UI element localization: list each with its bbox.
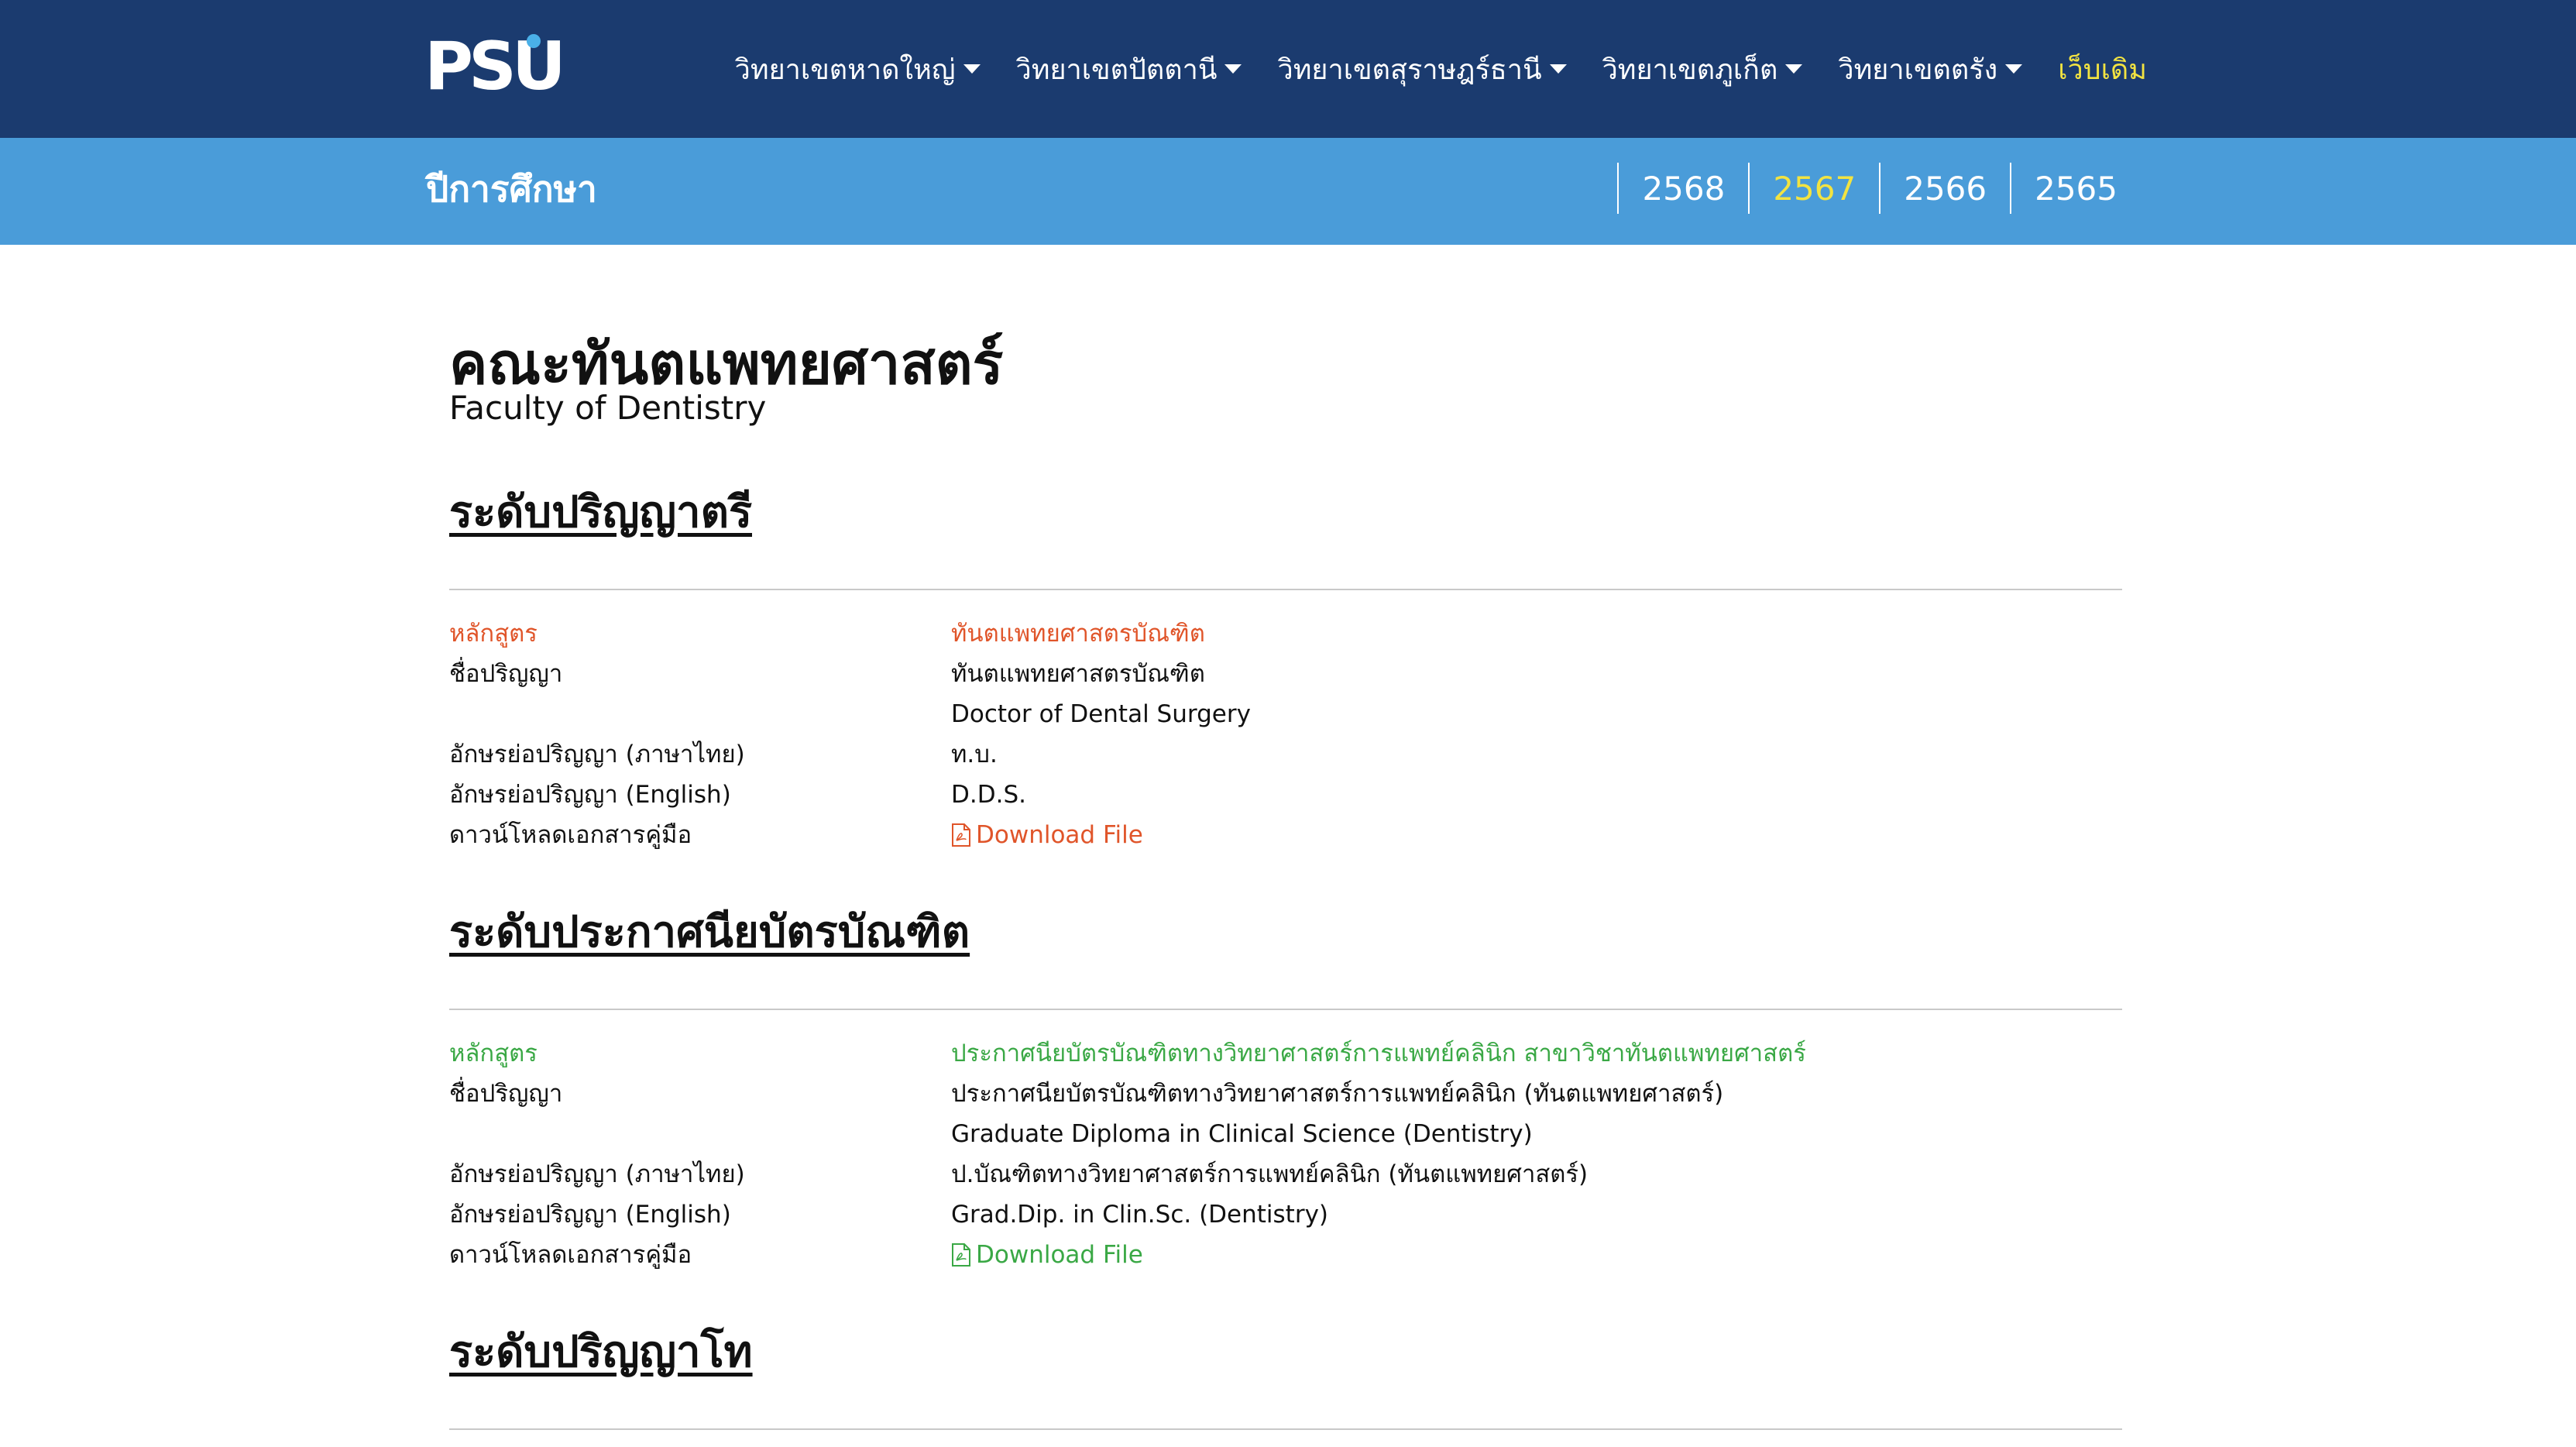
year-2565[interactable]: 2565 bbox=[2010, 163, 2141, 214]
degree-name-en-row: Doctor of Dental Surgery bbox=[449, 694, 2122, 734]
divider bbox=[449, 1428, 2122, 1430]
program-title: ทันตแพทยศาสตรบัณฑิต bbox=[951, 620, 1205, 648]
program-label: หลักสูตร bbox=[449, 1040, 538, 1067]
abbr-en-label: อักษรย่อปริญญา (English) bbox=[449, 781, 731, 809]
pdf-file-icon bbox=[952, 823, 970, 847]
caret-down-icon bbox=[1785, 64, 1803, 74]
year-selector: 2568 2567 2566 2565 bbox=[1617, 163, 2141, 214]
divider bbox=[449, 1009, 2122, 1010]
nav-campus-hatyai[interactable]: วิทยาเขตหาดใหญ่ bbox=[735, 47, 981, 91]
degree-name-label: ชื่อปริญญา bbox=[449, 1080, 563, 1108]
level-heading-master: ระดับปริญญาโท bbox=[449, 1327, 753, 1377]
nav-campus-suratthani[interactable]: วิทยาเขตสุราษฎร์ธานี bbox=[1277, 47, 1567, 91]
download-link-label: Download File bbox=[976, 821, 1143, 849]
download-row: ดาวน์โหลดเอกสารคู่มือ Download File bbox=[449, 815, 2122, 855]
nav-item-label: วิทยาเขตปัตตานี bbox=[1015, 53, 1218, 86]
nav-campus-phuket[interactable]: วิทยาเขตภูเก็ต bbox=[1602, 47, 1803, 91]
degree-name-row: ชื่อปริญญา ทันตแพทยศาสตรบัณฑิต bbox=[449, 654, 2122, 694]
degree-name-label: ชื่อปริญญา bbox=[449, 660, 563, 688]
caret-down-icon bbox=[2005, 64, 2023, 74]
nav-item-label: วิทยาเขตภูเก็ต bbox=[1602, 53, 1778, 86]
nav-item-label: วิทยาเขตสุราษฎร์ธานี bbox=[1277, 53, 1542, 86]
abbr-en-value: Grad.Dip. in Clin.Sc. (Dentistry) bbox=[951, 1201, 1329, 1229]
abbr-th-label: อักษรย่อปริญญา (ภาษาไทย) bbox=[449, 1160, 745, 1188]
academic-year-title: ปีการศึกษา bbox=[426, 168, 597, 210]
abbr-th-value: ท.บ. bbox=[951, 741, 998, 768]
logo-dot-icon bbox=[527, 34, 541, 48]
download-link-label: Download File bbox=[976, 1241, 1143, 1269]
caret-down-icon bbox=[963, 64, 981, 74]
abbr-en-value: D.D.S. bbox=[951, 781, 1026, 809]
degree-name-th: ทันตแพทยศาสตรบัณฑิต bbox=[951, 660, 1205, 688]
abbr-th-row: อักษรย่อปริญญา (ภาษาไทย) ป.บัณฑิตทางวิทย… bbox=[449, 1154, 2122, 1194]
nav-legacy-site-link[interactable]: เว็บเดิม bbox=[2058, 47, 2147, 91]
year-2567-active[interactable]: 2567 bbox=[1748, 163, 1879, 214]
download-file-link[interactable]: Download File bbox=[951, 815, 1143, 855]
program-row: หลักสูตร ประกาศนียบัตรบัณฑิตทางวิทยาศาสต… bbox=[449, 1033, 2122, 1074]
program-row: หลักสูตร ทันตแพทยศาสตรบัณฑิต bbox=[449, 614, 2122, 654]
faculty-name-en: Faculty of Dentistry bbox=[449, 389, 767, 427]
academic-year-bar: ปีการศึกษา 2568 2567 2566 2565 bbox=[0, 138, 2576, 245]
divider bbox=[449, 589, 2122, 590]
level-heading-bachelor: ระดับปริญญาตรี bbox=[449, 487, 753, 538]
degree-name-th: ประกาศนียบัตรบัณฑิตทางวิทยาศาสตร์การแพทย… bbox=[951, 1080, 1724, 1108]
nav-campus-trang[interactable]: วิทยาเขตตรัง bbox=[1838, 47, 2023, 91]
abbr-th-label: อักษรย่อปริญญา (ภาษาไทย) bbox=[449, 741, 745, 768]
nav-item-label: วิทยาเขตตรัง bbox=[1838, 53, 1998, 86]
year-2568[interactable]: 2568 bbox=[1617, 163, 1748, 214]
abbr-en-row: อักษรย่อปริญญา (English) Grad.Dip. in Cl… bbox=[449, 1194, 2122, 1235]
campus-menu: วิทยาเขตหาดใหญ่ วิทยาเขตปัตตานี วิทยาเขต… bbox=[735, 0, 2147, 138]
abbr-th-row: อักษรย่อปริญญา (ภาษาไทย) ท.บ. bbox=[449, 734, 2122, 775]
download-row: ดาวน์โหลดเอกสารคู่มือ Download File bbox=[449, 1235, 2122, 1275]
year-2566[interactable]: 2566 bbox=[1879, 163, 2010, 214]
download-file-link[interactable]: Download File bbox=[951, 1235, 1143, 1275]
download-label: ดาวน์โหลดเอกสารคู่มือ bbox=[449, 1241, 692, 1269]
program-title: ประกาศนียบัตรบัณฑิตทางวิทยาศาสตร์การแพทย… bbox=[951, 1040, 1806, 1067]
degree-name-en: Graduate Diploma in Clinical Science (De… bbox=[951, 1120, 1533, 1148]
program-block-bachelor: หลักสูตร ทันตแพทยศาสตรบัณฑิต ชื่อปริญญา … bbox=[449, 614, 2122, 855]
caret-down-icon bbox=[1549, 64, 1567, 74]
nav-campus-pattani[interactable]: วิทยาเขตปัตตานี bbox=[1016, 47, 1242, 91]
caret-down-icon bbox=[1224, 64, 1242, 74]
download-label: ดาวน์โหลดเอกสารคู่มือ bbox=[449, 821, 692, 849]
nav-item-label: วิทยาเขตหาดใหญ่ bbox=[734, 53, 956, 86]
logo-text: PSU bbox=[424, 28, 566, 105]
abbr-en-row: อักษรย่อปริญญา (English) D.D.S. bbox=[449, 775, 2122, 815]
top-navigation: PSU วิทยาเขตหาดใหญ่ วิทยาเขตปัตตานี วิทย… bbox=[0, 0, 2576, 138]
program-label: หลักสูตร bbox=[449, 620, 538, 648]
degree-name-en: Doctor of Dental Surgery bbox=[951, 700, 1251, 728]
program-block-graduate-diploma: หลักสูตร ประกาศนียบัตรบัณฑิตทางวิทยาศาสต… bbox=[449, 1033, 2122, 1275]
abbr-en-label: อักษรย่อปริญญา (English) bbox=[449, 1201, 731, 1229]
degree-name-en-row: Graduate Diploma in Clinical Science (De… bbox=[449, 1114, 2122, 1154]
abbr-th-value: ป.บัณฑิตทางวิทยาศาสตร์การแพทย์คลินิก (ทั… bbox=[951, 1160, 1589, 1188]
degree-name-row: ชื่อปริญญา ประกาศนียบัตรบัณฑิตทางวิทยาศา… bbox=[449, 1074, 2122, 1114]
level-heading-graduate-diploma: ระดับประกาศนียบัตรบัณฑิต bbox=[449, 907, 970, 957]
pdf-file-icon bbox=[952, 1243, 970, 1267]
